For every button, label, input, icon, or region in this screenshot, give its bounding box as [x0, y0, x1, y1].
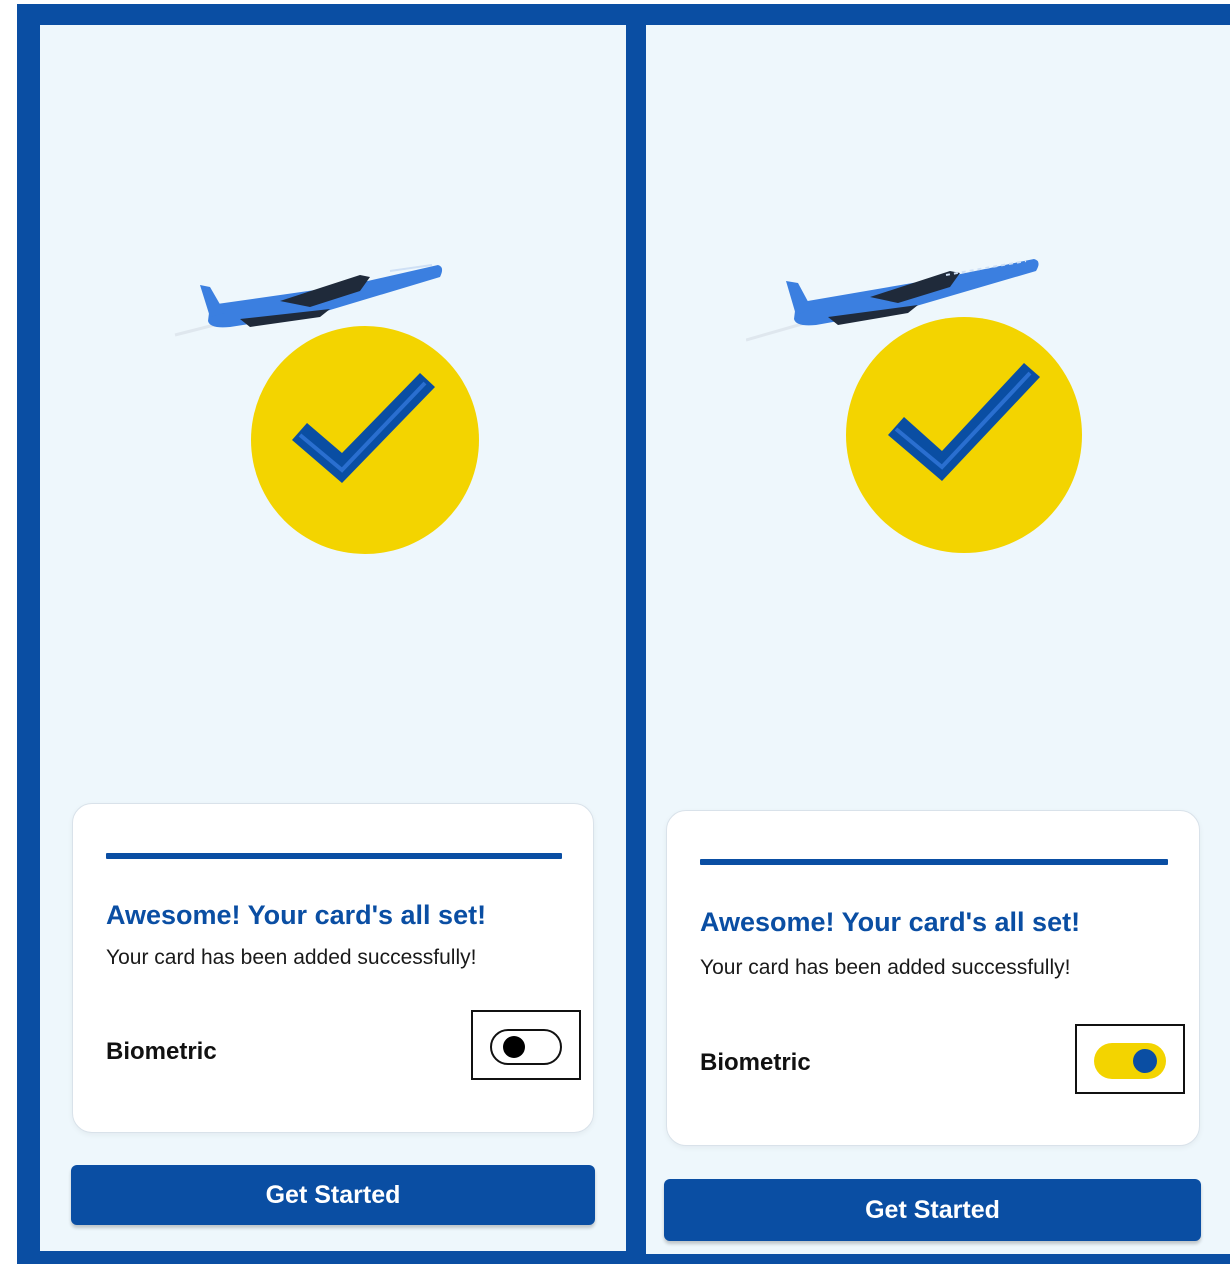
- card-divider: [700, 859, 1168, 865]
- screen-biometric-off: Awesome! Your card's all set! Your card …: [40, 25, 626, 1251]
- airplane-checkmark-graphic: [174, 264, 479, 554]
- success-title: Awesome! Your card's all set!: [106, 900, 487, 930]
- get-started-button[interactable]: Get Started: [664, 1179, 1201, 1241]
- checkmark-badge-icon: [846, 317, 1082, 553]
- screen-biometric-on: Awesome! Your card's all set! Your card …: [646, 25, 1230, 1254]
- success-illustration: [746, 245, 1096, 565]
- biometric-label: Biometric: [700, 1049, 811, 1076]
- card-divider: [106, 853, 562, 859]
- toggle-knob: [1133, 1049, 1157, 1073]
- biometric-toggle[interactable]: [1094, 1043, 1166, 1079]
- get-started-button[interactable]: Get Started: [71, 1165, 595, 1225]
- biometric-label: Biometric: [106, 1038, 217, 1065]
- success-card: Awesome! Your card's all set! Your card …: [666, 810, 1200, 1146]
- success-message: Your card has been added successfully!: [700, 956, 1071, 979]
- success-illustration: [170, 255, 510, 575]
- checkmark-badge-icon: [251, 326, 479, 554]
- success-card: Awesome! Your card's all set! Your card …: [72, 803, 594, 1133]
- highlight-box: [471, 1010, 581, 1080]
- toggle-knob: [503, 1036, 525, 1058]
- airplane-checkmark-graphic: [746, 259, 1082, 553]
- highlight-box: [1075, 1024, 1185, 1094]
- biometric-toggle[interactable]: [490, 1029, 562, 1065]
- success-title: Awesome! Your card's all set!: [700, 907, 1081, 937]
- airplane-icon: [174, 264, 443, 337]
- success-message: Your card has been added successfully!: [106, 946, 477, 969]
